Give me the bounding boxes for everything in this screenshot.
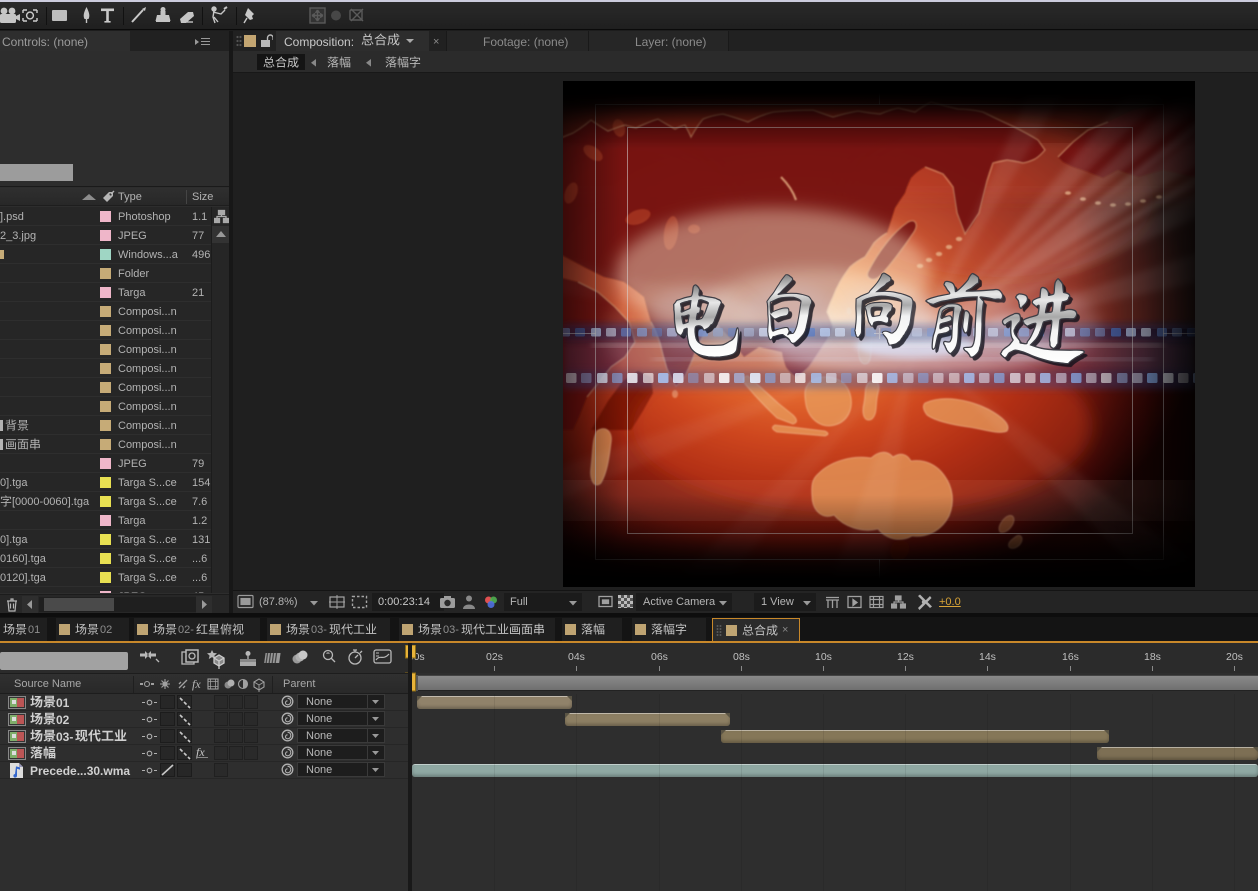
svg-text:fx: fx bbox=[192, 677, 201, 691]
